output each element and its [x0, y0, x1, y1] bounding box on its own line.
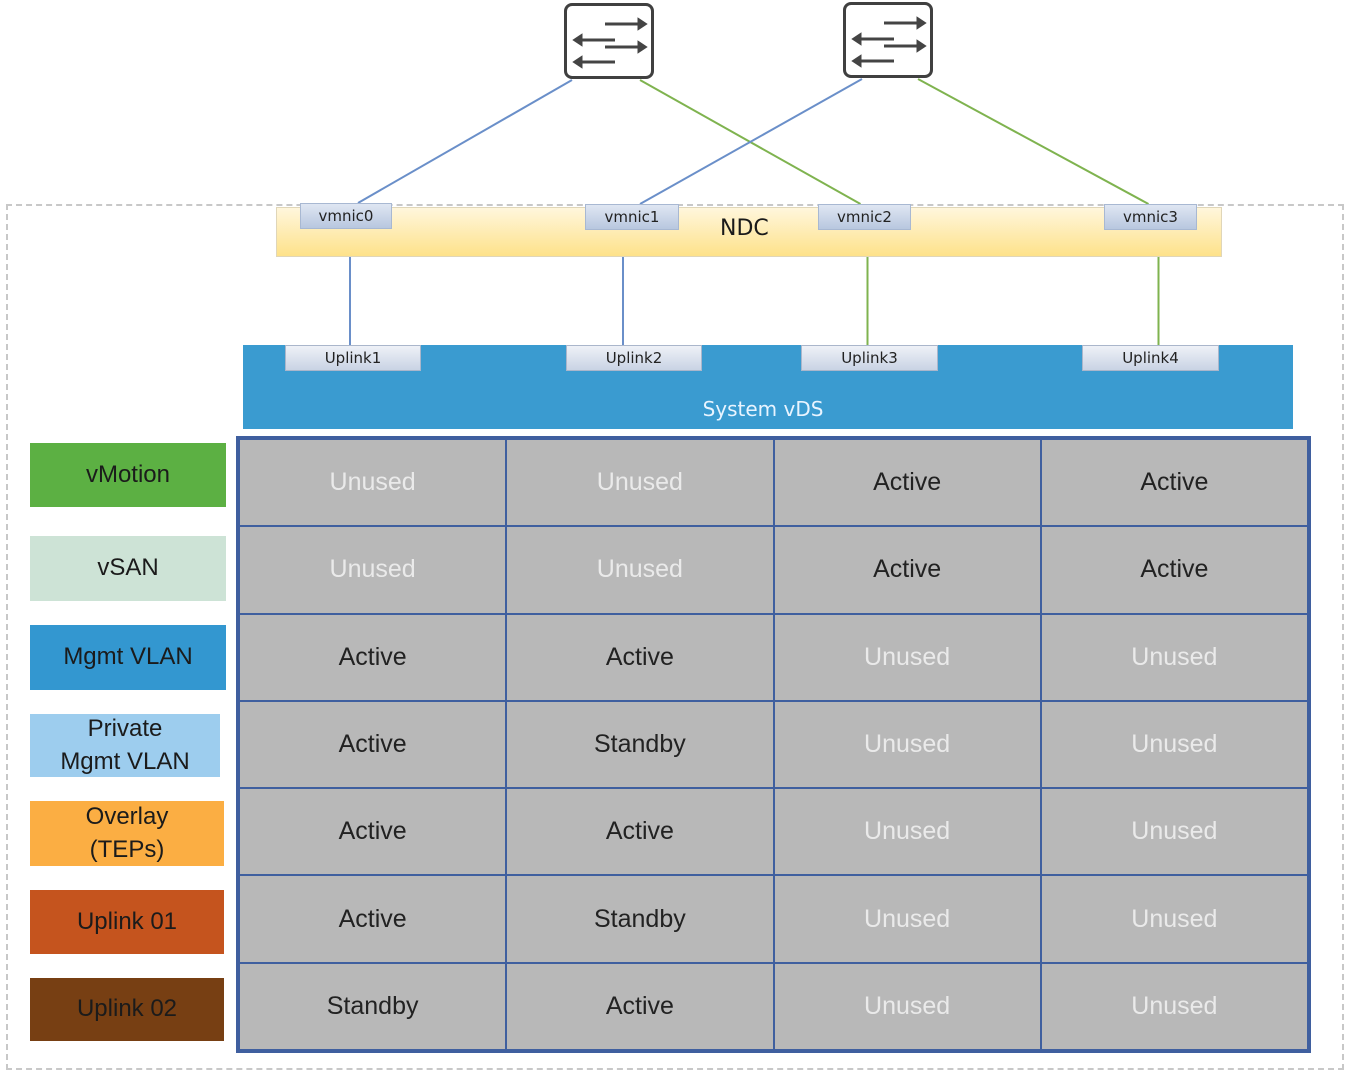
port-group-label: Private Mgmt VLAN [30, 714, 220, 777]
port-group-label: Mgmt VLAN [30, 625, 226, 690]
switch-to-vmnic-link [357, 79, 573, 204]
teaming-cell: Unused [773, 875, 1041, 963]
teaming-cell: Active [239, 788, 507, 876]
vds-uplink-2: Uplink2 [566, 345, 702, 371]
teaming-cell: Active [506, 962, 774, 1050]
teaming-cell: Active [506, 613, 774, 701]
teaming-cell: Active [506, 788, 774, 876]
teaming-cell: Unused [773, 788, 1041, 876]
teaming-cell: Active [1040, 439, 1308, 527]
vds-uplink-4: Uplink4 [1082, 345, 1219, 371]
teaming-cell: Unused [1040, 962, 1308, 1050]
port-group-label: Uplink 01 [30, 890, 224, 954]
switch-to-vmnic-link [917, 78, 1149, 205]
teaming-cell: Unused [239, 526, 507, 614]
teaming-cell: Active [239, 875, 507, 963]
teaming-cell: Standby [506, 700, 774, 789]
network-switch-icon [564, 3, 654, 79]
switch-to-vmnic-link [639, 78, 863, 205]
teaming-cell: Unused [506, 439, 774, 527]
teaming-cell: Unused [1040, 875, 1308, 963]
teaming-cell: Unused [1040, 788, 1308, 876]
vds-uplink-1: Uplink1 [285, 345, 421, 371]
teaming-cell: Standby [506, 875, 774, 963]
ndc-label: NDC [720, 216, 769, 241]
vmnic-0: vmnic0 [300, 203, 392, 229]
port-group-label: Overlay (TEPs) [30, 801, 224, 866]
teaming-cell: Standby [239, 962, 507, 1050]
vmnic-3: vmnic3 [1104, 204, 1197, 230]
teaming-cell: Unused [773, 962, 1041, 1050]
teaming-cell: Unused [1040, 700, 1308, 789]
switch-to-vmnic-link [639, 79, 861, 205]
teaming-cell: Active [773, 439, 1041, 527]
teaming-cell: Unused [773, 700, 1041, 789]
teaming-cell: Active [239, 613, 507, 701]
vmnic-2: vmnic2 [818, 204, 911, 230]
vds-label: System vDS [702, 397, 824, 421]
teaming-cell: Unused [773, 613, 1041, 701]
network-switch-icon [843, 2, 933, 78]
teaming-cell: Active [1040, 526, 1308, 614]
vds-uplink-3: Uplink3 [801, 345, 938, 371]
teaming-cell: Active [239, 700, 507, 789]
port-group-label: Uplink 02 [30, 978, 224, 1041]
teaming-cell: Unused [239, 439, 507, 527]
port-group-label: vMotion [30, 443, 226, 507]
teaming-policy-grid: Unused Unused Active Active Unused Unused Acti… [236, 436, 1311, 1053]
teaming-cell: Unused [1040, 613, 1308, 701]
teaming-cell: Unused [506, 526, 774, 614]
teaming-cell: Active [773, 526, 1041, 614]
port-group-label: vSAN [30, 536, 226, 601]
vmnic-1: vmnic1 [585, 204, 679, 230]
